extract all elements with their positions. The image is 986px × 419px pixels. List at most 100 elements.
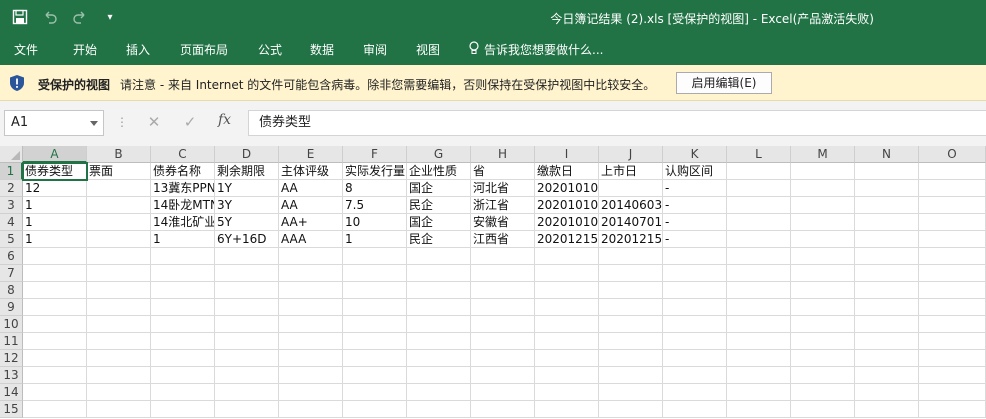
cell-b3[interactable] [87,197,151,214]
cell-j11[interactable] [599,333,663,350]
cell-g5[interactable]: 民企 [407,231,471,248]
cell-g11[interactable] [407,333,471,350]
cell-l1[interactable] [727,163,791,180]
cell-l5[interactable] [727,231,791,248]
row-header-3[interactable]: 3 [0,197,23,214]
cell-h9[interactable] [471,299,535,316]
cell-i6[interactable] [535,248,599,265]
cell-g8[interactable] [407,282,471,299]
cell-j13[interactable] [599,367,663,384]
cell-k6[interactable] [663,248,727,265]
cell-c15[interactable] [151,401,215,418]
enable-editing-button[interactable]: 启用编辑(E) [676,72,772,94]
save-icon[interactable] [10,7,30,27]
cell-o3[interactable] [919,197,986,214]
cell-m12[interactable] [791,350,855,367]
row-header-14[interactable]: 14 [0,384,23,401]
row-header-10[interactable]: 10 [0,316,23,333]
row-header-8[interactable]: 8 [0,282,23,299]
cell-n7[interactable] [855,265,919,282]
cell-a3[interactable]: 1 [23,197,87,214]
cell-g6[interactable] [407,248,471,265]
cell-k13[interactable] [663,367,727,384]
cell-o5[interactable] [919,231,986,248]
cell-b10[interactable] [87,316,151,333]
tab-insert[interactable]: 插入 [126,41,150,58]
cell-l12[interactable] [727,350,791,367]
cell-e9[interactable] [279,299,343,316]
row-header-15[interactable]: 15 [0,401,23,418]
cell-k14[interactable] [663,384,727,401]
enter-check-icon[interactable]: ✓ [181,113,199,131]
cell-h14[interactable] [471,384,535,401]
cell-a11[interactable] [23,333,87,350]
cell-k9[interactable] [663,299,727,316]
row-header-6[interactable]: 6 [0,248,23,265]
cell-e1[interactable]: 主体评级 [279,163,343,180]
cell-i9[interactable] [535,299,599,316]
cell-i5[interactable]: 20201215 [535,231,599,248]
cell-c8[interactable] [151,282,215,299]
cell-j7[interactable] [599,265,663,282]
name-box-dropdown-icon[interactable] [90,121,98,126]
cell-a6[interactable] [23,248,87,265]
cell-k8[interactable] [663,282,727,299]
cell-f7[interactable] [343,265,407,282]
cell-h1[interactable]: 省 [471,163,535,180]
cell-j3[interactable]: 20140603 [599,197,663,214]
cell-i4[interactable]: 20201010 [535,214,599,231]
cell-d10[interactable] [215,316,279,333]
cell-b9[interactable] [87,299,151,316]
select-all-corner[interactable] [0,146,23,163]
cell-m7[interactable] [791,265,855,282]
column-header-m[interactable]: M [791,146,855,163]
cell-f11[interactable] [343,333,407,350]
cell-m4[interactable] [791,214,855,231]
cell-g7[interactable] [407,265,471,282]
cell-k4[interactable]: - [663,214,727,231]
column-header-e[interactable]: E [279,146,343,163]
insert-function-icon[interactable]: fx [218,112,231,128]
tab-home[interactable]: 开始 [73,41,97,58]
cell-a8[interactable] [23,282,87,299]
cell-g13[interactable] [407,367,471,384]
cell-b2[interactable] [87,180,151,197]
cell-a10[interactable] [23,316,87,333]
cell-o15[interactable] [919,401,986,418]
cell-l10[interactable] [727,316,791,333]
cell-b12[interactable] [87,350,151,367]
cell-a7[interactable] [23,265,87,282]
cell-e13[interactable] [279,367,343,384]
cell-j6[interactable] [599,248,663,265]
cell-b5[interactable] [87,231,151,248]
cell-e11[interactable] [279,333,343,350]
cell-b6[interactable] [87,248,151,265]
cell-h2[interactable]: 河北省 [471,180,535,197]
tab-data[interactable]: 数据 [310,41,334,58]
cell-d9[interactable] [215,299,279,316]
cell-l4[interactable] [727,214,791,231]
cell-o6[interactable] [919,248,986,265]
cell-f14[interactable] [343,384,407,401]
cell-e10[interactable] [279,316,343,333]
cell-d13[interactable] [215,367,279,384]
cell-l8[interactable] [727,282,791,299]
formula-bar-separator[interactable]: ⋮ [116,115,128,129]
tab-page-layout[interactable]: 页面布局 [180,41,228,58]
cell-n14[interactable] [855,384,919,401]
cell-a13[interactable] [23,367,87,384]
cell-b8[interactable] [87,282,151,299]
cell-c9[interactable] [151,299,215,316]
cell-f4[interactable]: 10 [343,214,407,231]
cell-d11[interactable] [215,333,279,350]
cell-o9[interactable] [919,299,986,316]
cell-k2[interactable]: - [663,180,727,197]
row-header-7[interactable]: 7 [0,265,23,282]
tab-view[interactable]: 视图 [416,41,440,58]
cell-f6[interactable] [343,248,407,265]
cell-j1[interactable]: 上市日 [599,163,663,180]
cell-o14[interactable] [919,384,986,401]
row-header-12[interactable]: 12 [0,350,23,367]
cell-l6[interactable] [727,248,791,265]
tab-formulas[interactable]: 公式 [258,41,282,58]
